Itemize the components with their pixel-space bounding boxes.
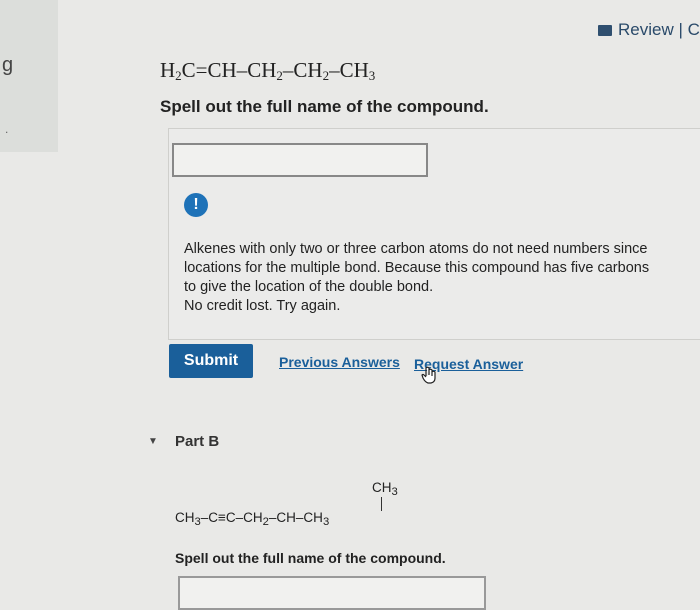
review-link[interactable]: Review | C xyxy=(598,20,700,40)
rail-dot: . xyxy=(5,122,9,136)
part-b-title[interactable]: Part B xyxy=(175,433,219,450)
formula-part-a: H2C=CH–CH2–CH2–CH3 xyxy=(160,58,376,83)
collapse-triangle-icon[interactable]: ▼ xyxy=(148,436,158,447)
hand-cursor-icon xyxy=(421,366,436,384)
question-prompt: Spell out the full name of the compound. xyxy=(160,97,489,116)
rail-text: g xyxy=(2,54,14,76)
review-label: Review | C xyxy=(618,20,700,39)
previous-answers-link[interactable]: Previous Answers xyxy=(279,354,400,370)
book-icon xyxy=(598,25,612,37)
question-prompt-b: Spell out the full name of the compound. xyxy=(175,550,446,566)
submit-button[interactable]: Submit xyxy=(169,344,253,378)
answer-input-b[interactable] xyxy=(178,576,486,610)
structure-part-b: CH3 CH3–C≡C–CH2–CH–CH3 xyxy=(175,478,495,538)
methyl-group: CH3 xyxy=(372,480,398,498)
feedback-line: locations for the multiple bond. Because… xyxy=(184,260,650,276)
main-chain: CH3–C≡C–CH2–CH–CH3 xyxy=(175,510,330,528)
exclamation-icon: ! xyxy=(184,193,208,217)
feedback-message: Alkenes with only two or three carbon at… xyxy=(184,240,700,316)
feedback-line: No credit lost. Try again. xyxy=(184,298,341,314)
feedback-line: to give the location of the double bond. xyxy=(184,279,434,295)
answer-input[interactable] xyxy=(172,143,428,177)
left-rail: g . xyxy=(0,0,58,152)
feedback-line: Alkenes with only two or three carbon at… xyxy=(184,241,648,257)
vertical-bond xyxy=(381,497,382,511)
